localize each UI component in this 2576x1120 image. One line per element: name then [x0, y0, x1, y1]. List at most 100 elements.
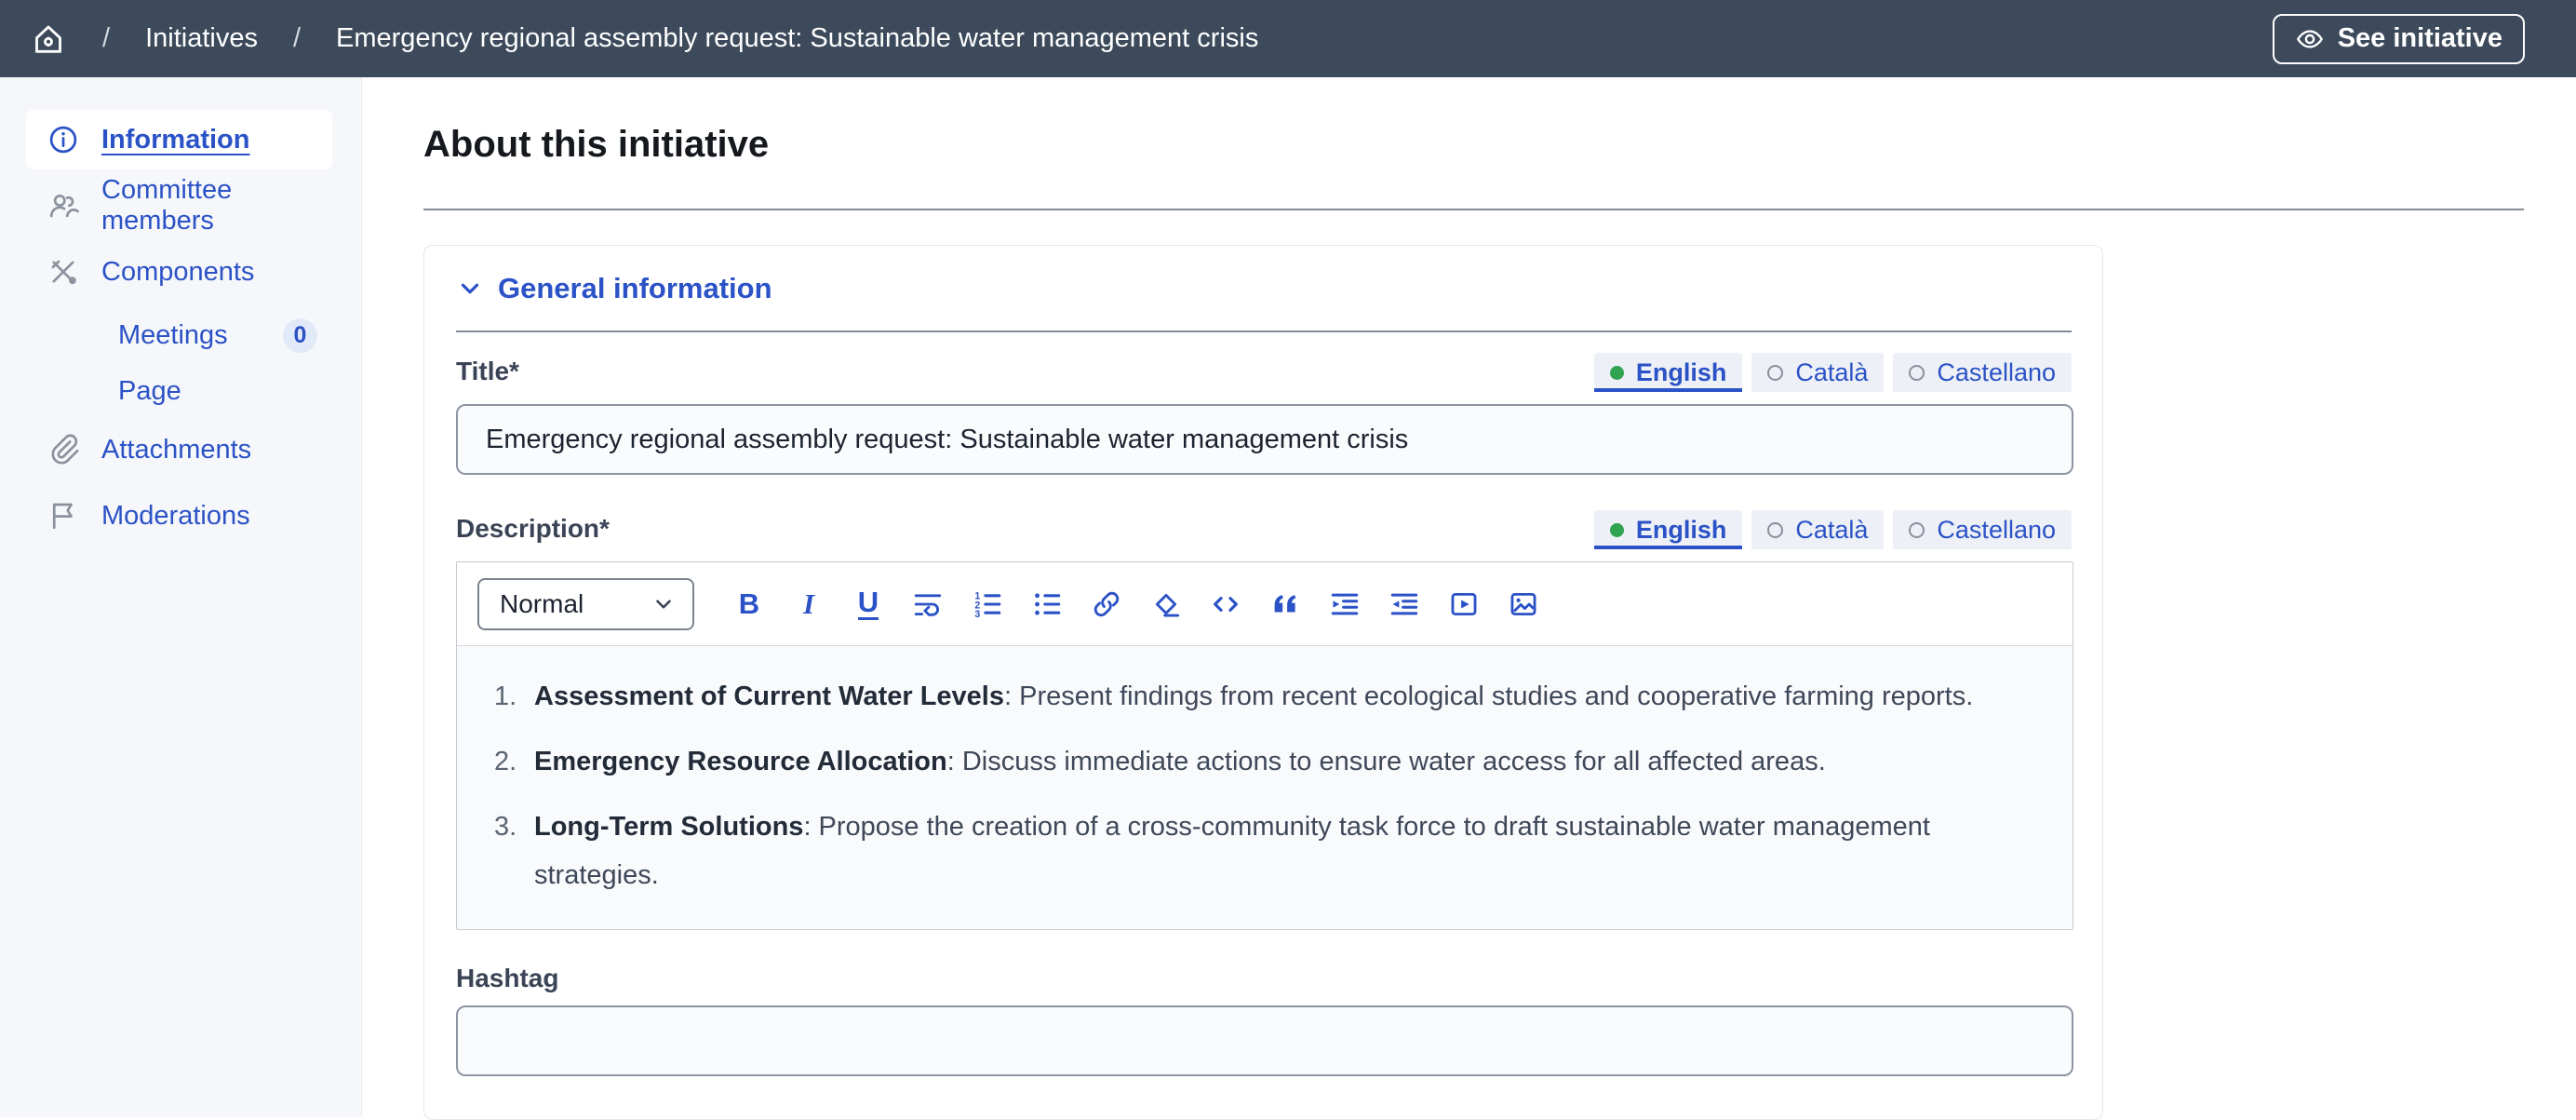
sidebar-item-components[interactable]: Components: [26, 242, 332, 302]
sidebar-item-label: Attachments: [101, 435, 251, 466]
quote-button[interactable]: [1268, 584, 1303, 625]
block-format-value: Normal: [500, 589, 584, 619]
video-button[interactable]: [1446, 584, 1482, 625]
title-input[interactable]: [456, 404, 2073, 475]
sidebar-item-attachments[interactable]: Attachments: [26, 420, 332, 479]
title-field-label: Title*: [456, 357, 519, 392]
image-button[interactable]: [1506, 584, 1541, 625]
language-tab-catala[interactable]: Català: [1751, 353, 1884, 392]
underline-icon: U: [858, 587, 879, 621]
editor-toolbar: Normal B I U: [457, 562, 2073, 646]
sidebar-item-page[interactable]: Page: [26, 364, 332, 418]
language-tab-label: Català: [1795, 516, 1868, 545]
list-item: 1. Assessment of Current Water Levels: P…: [494, 672, 2035, 722]
language-empty-ring: [1767, 522, 1783, 538]
bold-icon: B: [739, 587, 759, 621]
home-gear-icon: [30, 20, 67, 58]
components-icon: [47, 255, 80, 289]
list-item-number: 1.: [494, 672, 522, 722]
eye-icon: [2295, 24, 2325, 54]
format-clear-icon: [1150, 588, 1182, 620]
ordered-list-button[interactable]: 1 2 3: [970, 584, 1005, 625]
language-empty-ring: [1909, 365, 1925, 381]
information-icon: [47, 123, 80, 156]
chevron-down-icon: [456, 275, 484, 303]
language-tab-catala[interactable]: Català: [1751, 510, 1884, 549]
moderations-icon: [47, 499, 80, 533]
language-tab-label: English: [1636, 516, 1727, 545]
list-item: 3. Long-Term Solutions: Propose the crea…: [494, 803, 2035, 901]
title-language-tabs: English Català Castellano: [1594, 353, 2072, 392]
language-tab-castellano[interactable]: Castellano: [1893, 510, 2072, 549]
link-icon: [1091, 588, 1122, 620]
ordered-list-icon: 1 2 3: [972, 588, 1003, 620]
sidebar-item-moderations[interactable]: Moderations: [26, 486, 332, 546]
text-wrap-button[interactable]: [910, 584, 946, 625]
list-item-number: 3.: [494, 803, 522, 901]
language-empty-ring: [1767, 365, 1783, 381]
image-icon: [1508, 588, 1539, 620]
unordered-list-icon: [1031, 588, 1063, 620]
text-wrap-icon: [912, 588, 944, 620]
link-button[interactable]: [1089, 584, 1124, 625]
attachments-icon: [47, 433, 80, 466]
sidebar-item-label: Components: [101, 257, 254, 288]
breadcrumb-initiatives-link[interactable]: Initiatives: [145, 23, 258, 54]
svg-text:3: 3: [974, 609, 980, 620]
code-icon: [1210, 588, 1241, 620]
page-title: About this initiative: [423, 124, 2576, 166]
meetings-count-badge: 0: [283, 318, 317, 353]
code-button[interactable]: [1208, 584, 1243, 625]
sidebar-item-committee-members[interactable]: Committee members: [26, 176, 332, 236]
indent-decrease-button[interactable]: [1387, 584, 1422, 625]
committee-members-icon: [47, 189, 80, 223]
language-tab-label: Castellano: [1937, 516, 2056, 545]
block-format-select[interactable]: Normal: [477, 578, 694, 630]
language-empty-ring: [1909, 522, 1925, 538]
language-tab-label: English: [1636, 358, 1727, 387]
general-information-panel: General information Title* English Catal…: [423, 245, 2103, 1120]
see-initiative-button[interactable]: See initiative: [2273, 14, 2525, 64]
breadcrumb-separator: /: [293, 23, 301, 54]
indent-increase-icon: [1329, 588, 1361, 620]
indent-decrease-icon: [1389, 588, 1420, 620]
sidebar-item-meetings[interactable]: Meetings 0: [26, 308, 332, 362]
hashtag-input[interactable]: [456, 1005, 2073, 1076]
underline-button[interactable]: U: [851, 584, 886, 625]
section-divider: [456, 331, 2072, 332]
list-item-text: Assessment of Current Water Levels: Pres…: [534, 672, 1973, 722]
hashtag-field-label: Hashtag: [456, 964, 2072, 993]
language-tab-english[interactable]: English: [1594, 353, 1743, 392]
chevron-down-icon: [651, 592, 676, 616]
list-item-text: Emergency Resource Allocation: Discuss i…: [534, 737, 1826, 787]
sidebar-item-label: Committee members: [101, 175, 332, 236]
italic-button[interactable]: I: [791, 584, 826, 625]
heading-divider: [423, 209, 2524, 210]
language-tab-castellano[interactable]: Castellano: [1893, 353, 2072, 392]
main-content: About this initiative General informatio…: [362, 77, 2576, 1117]
description-editor-content[interactable]: 1. Assessment of Current Water Levels: P…: [457, 646, 2073, 929]
indent-increase-button[interactable]: [1327, 584, 1362, 625]
unordered-list-button[interactable]: [1029, 584, 1065, 625]
sidebar: Information Committee members Components…: [0, 77, 362, 1117]
language-tab-english[interactable]: English: [1594, 510, 1743, 549]
sidebar-item-information[interactable]: Information: [26, 110, 332, 169]
language-tab-label: Català: [1795, 358, 1868, 387]
bold-button[interactable]: B: [731, 584, 767, 625]
description-field-label: Description*: [456, 514, 610, 549]
format-clear-button[interactable]: [1148, 584, 1184, 625]
italic-icon: I: [803, 587, 814, 621]
top-bar: / Initiatives / Emergency regional assem…: [0, 0, 2576, 77]
rich-text-editor: Normal B I U: [456, 561, 2073, 930]
see-initiative-label: See initiative: [2338, 23, 2502, 54]
breadcrumb-current-title: Emergency regional assembly request: Sus…: [336, 23, 1258, 54]
video-icon: [1448, 588, 1480, 620]
list-item-number: 2.: [494, 737, 522, 787]
home-button[interactable]: [30, 20, 67, 58]
section-title: General information: [498, 272, 772, 305]
breadcrumb-separator: /: [102, 23, 110, 54]
sidebar-item-label: Page: [118, 376, 181, 407]
language-tab-label: Castellano: [1937, 358, 2056, 387]
general-information-toggle[interactable]: General information: [456, 272, 772, 305]
quote-icon: [1269, 588, 1301, 620]
